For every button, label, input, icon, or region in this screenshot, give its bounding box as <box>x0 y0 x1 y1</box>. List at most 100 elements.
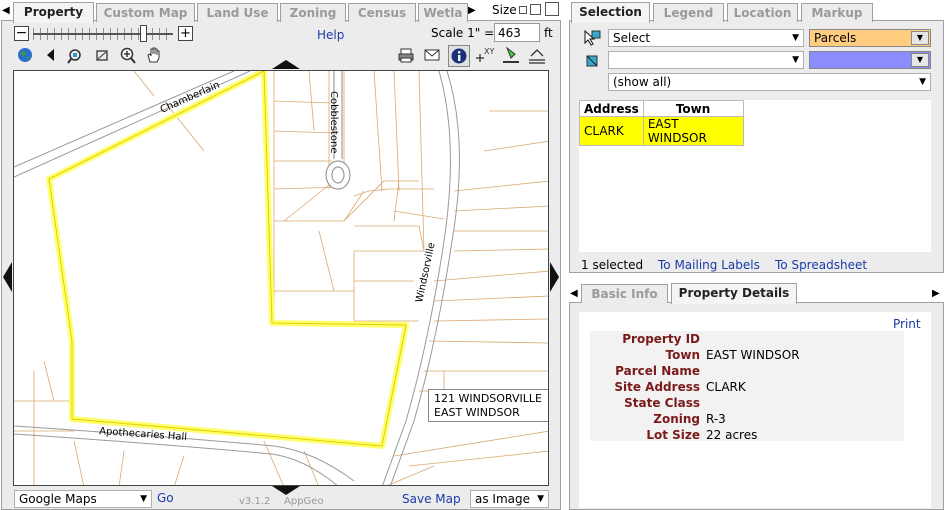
help-link[interactable]: Help <box>317 28 344 42</box>
save-format-value: as Image <box>475 492 531 506</box>
back-arrow-icon[interactable] <box>42 47 60 65</box>
popup-town: EAST WINDSOR <box>434 406 520 419</box>
label-town: Town <box>665 348 700 362</box>
svg-text:XY: XY <box>484 47 494 56</box>
cell-town[interactable]: EAST WINDSOR <box>642 116 744 146</box>
chevron-down-icon: ▼ <box>537 494 544 504</box>
chevron-down-icon: ▼ <box>911 31 929 45</box>
label-state-class: State Class <box>624 396 700 410</box>
spreadsheet-link[interactable]: To Spreadsheet <box>775 258 867 272</box>
filter-value: (show all) <box>613 75 672 89</box>
save-format-select[interactable]: as Image ▼ <box>470 490 549 508</box>
size-medium-checkbox[interactable] <box>530 4 541 15</box>
size-small-checkbox[interactable] <box>519 6 527 14</box>
tab-land-use[interactable]: Land Use <box>197 3 278 22</box>
scale-input[interactable] <box>494 23 540 42</box>
chevron-down-icon: ▼ <box>140 494 147 504</box>
save-map-link[interactable]: Save Map <box>402 492 461 506</box>
tab-wetlands[interactable]: Wetla <box>418 3 468 22</box>
chevron-down-icon: ▼ <box>911 53 929 67</box>
zoom-extent-icon[interactable] <box>66 47 84 65</box>
size-label: Size <box>492 3 517 17</box>
pan-east-icon[interactable] <box>550 262 559 292</box>
tab-census[interactable]: Census <box>348 3 416 22</box>
tab-basic-info[interactable]: Basic Info <box>581 284 668 303</box>
brand-label: AppGeo <box>284 496 324 507</box>
print-icon[interactable] <box>397 47 415 65</box>
zoom-slider-handle[interactable] <box>140 25 147 42</box>
street-label-cobblestone: Cobblestone <box>328 91 339 153</box>
measure-icon[interactable] <box>501 46 519 64</box>
map-popup: 121 WINDSORVILLE EAST WINDSOR <box>428 389 548 422</box>
tab-selection[interactable]: Selection <box>571 2 650 23</box>
target-layer-select[interactable]: ▼ <box>608 51 804 69</box>
popup-address: 121 WINDSORVILLE <box>434 392 542 405</box>
xy-coordinate-icon[interactable]: XY <box>474 46 494 64</box>
tab-property-details[interactable]: Property Details <box>671 283 797 304</box>
filter-select[interactable]: (show all) ▼ <box>608 73 931 91</box>
chevron-down-icon: ▼ <box>792 33 799 43</box>
label-parcel-name: Parcel Name <box>615 364 700 378</box>
selection-action-value: Select <box>613 31 651 45</box>
zoom-in-button[interactable]: + <box>178 26 193 41</box>
tab-markup[interactable]: Markup <box>801 3 873 22</box>
scale-unit: ft <box>544 26 553 40</box>
label-property-id: Property ID <box>622 332 700 346</box>
value-site-address: CLARK <box>706 380 746 394</box>
zoom-out-button[interactable]: − <box>14 26 29 41</box>
basemap-value: Google Maps <box>19 492 97 506</box>
tab-location[interactable]: Location <box>727 3 798 22</box>
target-layer-icon[interactable] <box>583 53 601 71</box>
results-table: Address Town CLARK EAST WINDSOR <box>579 100 744 146</box>
tab-scroll-right-icon[interactable]: ▶ <box>468 5 476 16</box>
tab-scroll-left-icon[interactable]: ◀ <box>2 5 10 16</box>
label-zoning: Zoning <box>653 412 700 426</box>
select-tool-icon[interactable] <box>583 29 601 47</box>
globe-icon[interactable] <box>16 47 34 65</box>
basemap-select[interactable]: Google Maps ▼ <box>14 490 152 508</box>
selection-count: 1 selected <box>581 258 644 272</box>
zoom-slider-ticks <box>33 28 173 40</box>
cell-address[interactable]: CLARK <box>579 116 644 146</box>
map-canvas[interactable]: Chamberlain Cobblestone Windsorville Apo… <box>13 70 549 486</box>
go-link[interactable]: Go <box>157 491 174 505</box>
size-large-checkbox[interactable] <box>545 2 559 16</box>
target-layer-color-select[interactable]: ▼ <box>809 51 931 69</box>
selection-layer-select[interactable]: Parcels ▼ <box>809 29 931 47</box>
pan-hand-icon[interactable] <box>145 46 163 64</box>
selected-parcel-highlight[interactable] <box>46 71 409 449</box>
tab-legend[interactable]: Legend <box>653 3 724 22</box>
scale-label: Scale 1" = <box>431 26 495 40</box>
value-town: EAST WINDSOR <box>706 348 800 362</box>
header-address[interactable]: Address <box>579 100 644 117</box>
markup-tool-icon[interactable] <box>527 46 545 64</box>
pan-north-icon[interactable] <box>272 60 300 69</box>
tab-custom-map[interactable]: Custom Map <box>96 3 195 22</box>
selected-parcel-outline <box>48 71 407 447</box>
pan-south-icon[interactable] <box>272 486 300 495</box>
value-zoning: R-3 <box>706 412 726 426</box>
chevron-down-icon: ▼ <box>792 55 799 65</box>
results-header-row: Address Town <box>579 100 744 117</box>
selection-action-select[interactable]: Select ▼ <box>608 29 804 47</box>
pan-west-icon[interactable] <box>3 262 12 292</box>
detail-tab-scroll-left-icon[interactable]: ◀ <box>570 288 578 299</box>
chevron-down-icon: ▼ <box>919 77 926 87</box>
tab-zoning[interactable]: Zoning <box>280 3 346 22</box>
map-svg: Chamberlain Cobblestone Windsorville Apo… <box>14 71 548 485</box>
results-area: Address Town CLARK EAST WINDSOR <box>579 100 931 252</box>
label-site-address: Site Address <box>614 380 700 394</box>
zoom-in-icon[interactable] <box>119 47 137 65</box>
info-icon[interactable] <box>448 45 470 67</box>
zoom-box-icon[interactable] <box>93 47 111 65</box>
header-town[interactable]: Town <box>642 100 744 117</box>
label-lot-size: Lot Size <box>646 428 700 442</box>
selection-layer-value: Parcels <box>814 31 857 45</box>
detail-tab-scroll-right-icon[interactable]: ▶ <box>932 288 940 299</box>
tab-property[interactable]: Property <box>13 2 94 23</box>
mail-icon[interactable] <box>423 47 441 65</box>
mailing-labels-link[interactable]: To Mailing Labels <box>658 258 760 272</box>
print-link[interactable]: Print <box>893 317 921 331</box>
version-label: v3.1.2 <box>239 496 271 507</box>
table-row[interactable]: CLARK EAST WINDSOR <box>579 116 744 146</box>
